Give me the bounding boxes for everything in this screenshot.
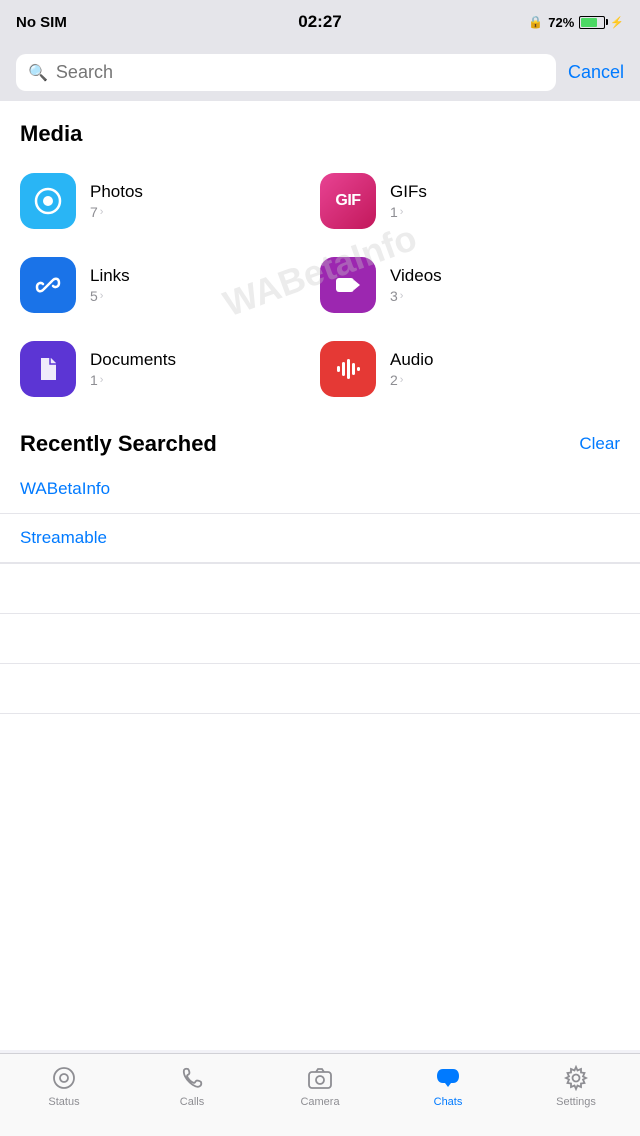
tab-calls[interactable]: Calls [162, 1064, 222, 1108]
status-tab-label: Status [48, 1096, 79, 1108]
lock-icon: 🔒 [528, 15, 543, 29]
tab-camera[interactable]: Camera [290, 1064, 350, 1108]
photos-icon [33, 186, 63, 216]
chats-icon [435, 1065, 461, 1091]
gif-text-icon: GIF [335, 192, 360, 210]
audio-info: Audio 2 › [390, 350, 433, 388]
videos-count: 3 › [390, 288, 442, 304]
status-bar: No SIM 02:27 🔒 72% ⚡ [0, 0, 640, 44]
photos-count: 7 › [90, 204, 143, 220]
tab-bar: Status Calls Camera Chats [0, 1053, 640, 1136]
gifs-info: GIFs 1 › [390, 182, 427, 220]
status-right: 🔒 72% ⚡ [528, 15, 624, 30]
documents-info: Documents 1 › [90, 350, 176, 388]
recently-searched-section: Recently Searched Clear WABetaInfo Strea… [0, 411, 640, 714]
time-label: 02:27 [298, 12, 341, 32]
chats-tab-icon [434, 1064, 462, 1092]
videos-label: Videos [390, 266, 442, 286]
carrier-label: No SIM [16, 14, 67, 31]
media-item-gifs[interactable]: GIF GIFs 1 › [320, 159, 620, 243]
battery-icon [579, 16, 605, 29]
audio-icon [333, 354, 363, 384]
divider-3 [0, 614, 640, 664]
links-info: Links 5 › [90, 266, 130, 304]
tab-chats[interactable]: Chats [418, 1064, 478, 1108]
recently-searched-header: Recently Searched Clear [0, 411, 640, 465]
calls-tab-icon [178, 1064, 206, 1092]
cancel-button[interactable]: Cancel [568, 62, 624, 83]
media-item-documents[interactable]: Documents 1 › [20, 327, 320, 411]
media-grid: Photos 7 › GIF GIFs 1 › [0, 159, 640, 411]
media-section: Media Photos 7 › GIF [0, 101, 640, 411]
search-result-streamable[interactable]: Streamable [0, 514, 640, 563]
camera-icon [307, 1065, 333, 1091]
chats-tab-label: Chats [434, 1096, 463, 1108]
media-item-links[interactable]: Links 5 › [20, 243, 320, 327]
media-section-title: Media [0, 101, 640, 159]
videos-icon [333, 270, 363, 300]
calls-icon [179, 1065, 205, 1091]
status-icon [51, 1065, 77, 1091]
media-item-photos[interactable]: Photos 7 › [20, 159, 320, 243]
bolt-icon: ⚡ [610, 16, 624, 29]
search-result-wabetainfo[interactable]: WABetaInfo [0, 465, 640, 514]
media-item-audio[interactable]: Audio 2 › [320, 327, 620, 411]
photos-icon-bg [20, 173, 76, 229]
divider-2 [0, 564, 640, 614]
search-magnifier-icon: 🔍 [28, 63, 48, 83]
search-input[interactable] [56, 62, 544, 83]
videos-icon-bg [320, 257, 376, 313]
settings-tab-icon [562, 1064, 590, 1092]
media-item-videos[interactable]: Videos 3 › [320, 243, 620, 327]
documents-label: Documents [90, 350, 176, 370]
camera-tab-icon [306, 1064, 334, 1092]
clear-button[interactable]: Clear [579, 434, 620, 454]
main-content: WABetaInfo Media Photos 7 › [0, 101, 640, 1050]
search-input-container[interactable]: 🔍 [16, 54, 556, 91]
search-bar: 🔍 Cancel [0, 44, 640, 101]
documents-count: 1 › [90, 372, 176, 388]
gifs-label: GIFs [390, 182, 427, 202]
links-icon-bg [20, 257, 76, 313]
audio-count: 2 › [390, 372, 433, 388]
camera-tab-label: Camera [300, 1096, 339, 1108]
documents-icon [33, 354, 63, 384]
tab-settings[interactable]: Settings [546, 1064, 606, 1108]
calls-tab-label: Calls [180, 1096, 204, 1108]
settings-icon [563, 1065, 589, 1091]
recently-searched-title: Recently Searched [20, 431, 217, 457]
tab-status[interactable]: Status [34, 1064, 94, 1108]
battery-percent: 72% [548, 15, 574, 30]
links-icon [33, 270, 63, 300]
photos-info: Photos 7 › [90, 182, 143, 220]
gifs-icon-bg: GIF [320, 173, 376, 229]
videos-info: Videos 3 › [390, 266, 442, 304]
links-label: Links [90, 266, 130, 286]
audio-icon-bg [320, 341, 376, 397]
photos-label: Photos [90, 182, 143, 202]
gifs-count: 1 › [390, 204, 427, 220]
documents-icon-bg [20, 341, 76, 397]
links-count: 5 › [90, 288, 130, 304]
status-tab-icon [50, 1064, 78, 1092]
divider-4 [0, 664, 640, 714]
settings-tab-label: Settings [556, 1096, 596, 1108]
audio-label: Audio [390, 350, 433, 370]
